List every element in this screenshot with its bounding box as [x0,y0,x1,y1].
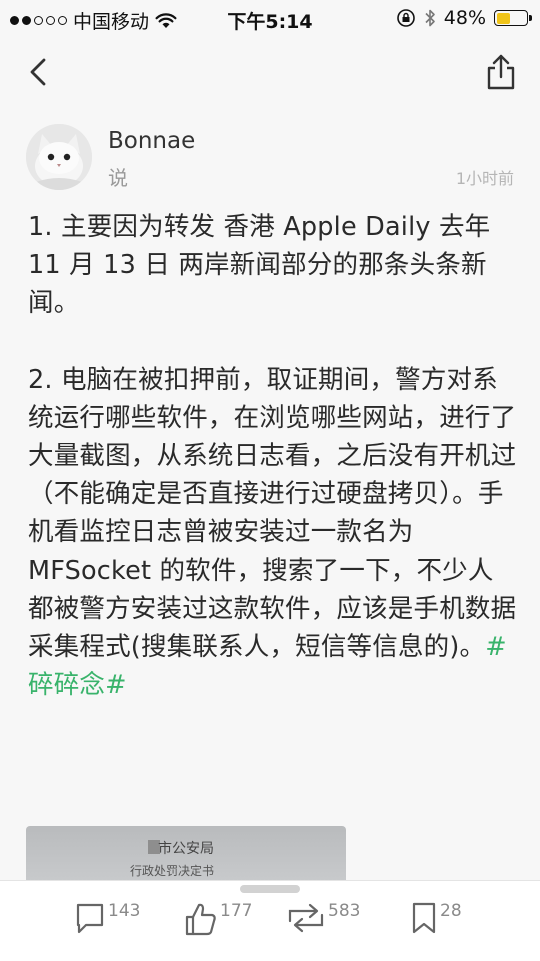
repost-button[interactable]: 583 [286,901,360,945]
cat-avatar-icon [26,124,92,190]
post-paragraph-2-text: 2. 电脑在被扣押前，取证期间，警方对系统运行哪些软件，在浏览哪些网站，进行了大… [28,364,517,663]
comment-count: 143 [108,901,141,921]
battery-icon [494,10,532,26]
bluetooth-icon [425,9,435,27]
share-button[interactable] [482,52,520,92]
post-paragraph-2: 2. 电脑在被扣押前，取证期间，警方对系统运行哪些软件，在浏览哪些网站，进行了大… [28,361,518,705]
comment-button[interactable]: 143 [74,901,140,945]
comment-icon [76,903,104,934]
thumbs-up-icon [185,903,216,936]
battery-percent: 48% [443,7,486,29]
share-icon [487,54,515,90]
back-button[interactable] [22,54,58,90]
status-bar: 中国移动 下午5:14 48% [0,0,540,36]
post-verb: 说 [108,166,128,190]
repost-count: 583 [328,901,361,921]
chevron-left-icon [30,58,46,86]
bookmark-button[interactable]: 28 [410,901,462,945]
nav-bar [0,36,540,108]
bookmark-icon [412,902,436,934]
author-name[interactable]: Bonnae [108,128,195,154]
repost-icon [288,903,324,933]
like-count: 177 [220,901,253,921]
bookmark-count: 28 [440,901,462,921]
attached-photo[interactable]: 市公安局 行政处罚决定书 [26,826,346,886]
photo-doc-title: 市公安局 [158,841,214,857]
avatar[interactable] [26,124,92,190]
status-icons: 48% [396,7,532,29]
action-toolbar: 143 177 583 28 [0,880,540,961]
post-header: Bonnae 说 1小时前 [0,118,540,198]
drag-handle[interactable] [240,885,300,893]
post-content: 1. 主要因为转发 香港 Apple Daily 去年 11 月 13 日 两岸… [28,208,518,704]
post-paragraph-1: 1. 主要因为转发 香港 Apple Daily 去年 11 月 13 日 两岸… [28,212,491,319]
post-time: 1小时前 [455,169,514,188]
like-button[interactable]: 177 [184,901,252,945]
photo-doc-subtitle: 行政处罚决定书 [130,864,215,878]
rotation-lock-icon [396,9,415,27]
